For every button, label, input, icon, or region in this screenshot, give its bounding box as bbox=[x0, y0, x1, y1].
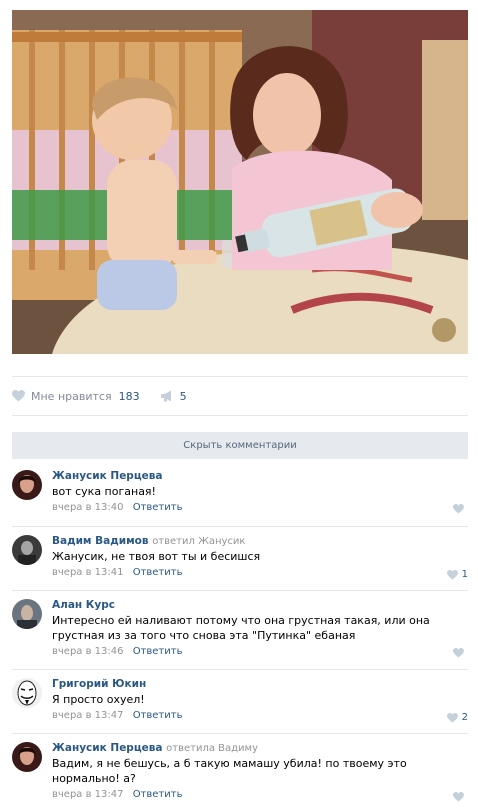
comment-text: вот сука поганая! bbox=[52, 485, 156, 498]
comment-item: Жанусик Перцева ответила Вадиму Вадим, я… bbox=[12, 734, 468, 808]
heart-icon bbox=[453, 792, 464, 802]
avatar[interactable] bbox=[12, 470, 42, 500]
comment-like-count: 1 bbox=[461, 569, 468, 580]
reply-button[interactable]: Ответить bbox=[133, 567, 183, 578]
post-actions-bar: Мне нравится 183 5 bbox=[12, 376, 468, 416]
comment-item: Вадим Вадимов ответил Жанусик Жанусик, н… bbox=[12, 527, 468, 591]
like-label: Мне нравится bbox=[31, 389, 112, 403]
heart-icon bbox=[12, 390, 25, 402]
comment-time[interactable]: вчера в 13:40 bbox=[52, 502, 124, 513]
comment-like-button[interactable] bbox=[453, 792, 468, 802]
comment-meta: вчера в 13:47 Ответить bbox=[52, 710, 468, 721]
like-count: 183 bbox=[118, 389, 140, 403]
comment-like-count: 2 bbox=[461, 712, 468, 723]
comment-meta: вчера в 13:47 Ответить bbox=[52, 789, 468, 800]
reply-button[interactable]: Ответить bbox=[133, 710, 183, 721]
comment-author[interactable]: Жанусик Перцева bbox=[52, 470, 468, 482]
comment-meta: вчера в 13:46 Ответить bbox=[52, 646, 468, 657]
avatar[interactable] bbox=[12, 535, 42, 565]
comment-text: Интересно ей наливают потому что она гру… bbox=[52, 614, 430, 642]
share-button[interactable]: 5 bbox=[160, 390, 187, 403]
hide-comments-button[interactable]: Скрыть комментарии bbox=[12, 432, 468, 459]
comment-author[interactable]: Алан Курс bbox=[52, 599, 468, 611]
comment-item: Алан Курс Интересно ей наливают потому ч… bbox=[12, 591, 468, 670]
comment-item: Жанусик Перцева вот сука поганая! вчера … bbox=[12, 462, 468, 527]
megaphone-icon bbox=[160, 390, 171, 402]
comment-text: Я просто охуел! bbox=[52, 693, 145, 706]
like-button[interactable]: Мне нравится 183 bbox=[12, 390, 140, 403]
avatar[interactable] bbox=[12, 678, 42, 708]
comment-item: Григорий Юкин Я просто охуел! вчера в 13… bbox=[12, 670, 468, 734]
comment-like-button[interactable]: 1 bbox=[446, 569, 468, 580]
reply-button[interactable]: Ответить bbox=[133, 789, 183, 800]
avatar[interactable] bbox=[12, 599, 42, 629]
comment-meta: вчера в 13:41 Ответить bbox=[52, 567, 468, 578]
reply-button[interactable]: Ответить bbox=[133, 502, 183, 513]
comment-time[interactable]: вчера в 13:47 bbox=[52, 789, 124, 800]
comment-author[interactable]: Григорий Юкин bbox=[52, 678, 468, 690]
photo-illustration bbox=[12, 10, 468, 354]
comment-time[interactable]: вчера в 13:47 bbox=[52, 710, 124, 721]
reply-to-label[interactable]: ответила Вадиму bbox=[166, 743, 258, 754]
heart-icon bbox=[453, 648, 464, 658]
heart-icon bbox=[453, 504, 464, 514]
reply-to-label[interactable]: ответил Жанусик bbox=[152, 536, 245, 547]
comment-text: Жанусик, не твоя вот ты и бесишся bbox=[52, 550, 261, 563]
heart-icon bbox=[446, 569, 458, 580]
heart-icon bbox=[446, 712, 458, 723]
comment-like-button[interactable] bbox=[453, 504, 468, 514]
comment-time[interactable]: вчера в 13:41 bbox=[52, 567, 124, 578]
post-photo[interactable] bbox=[12, 10, 468, 354]
comments-list: Жанусик Перцева вот сука поганая! вчера … bbox=[12, 462, 468, 808]
comment-meta: вчера в 13:40 Ответить bbox=[52, 502, 468, 513]
share-count: 5 bbox=[179, 389, 187, 403]
comment-like-button[interactable] bbox=[453, 648, 468, 658]
comment-author[interactable]: Вадим Вадимов ответил Жанусик bbox=[52, 535, 468, 547]
comment-time[interactable]: вчера в 13:46 bbox=[52, 646, 124, 657]
comment-like-button[interactable]: 2 bbox=[446, 712, 468, 723]
comment-author[interactable]: Жанусик Перцева ответила Вадиму bbox=[52, 742, 468, 754]
avatar[interactable] bbox=[12, 742, 42, 772]
reply-button[interactable]: Ответить bbox=[133, 646, 183, 657]
comment-text: Вадим, я не бешусь, а б такую мамашу уби… bbox=[52, 757, 407, 785]
